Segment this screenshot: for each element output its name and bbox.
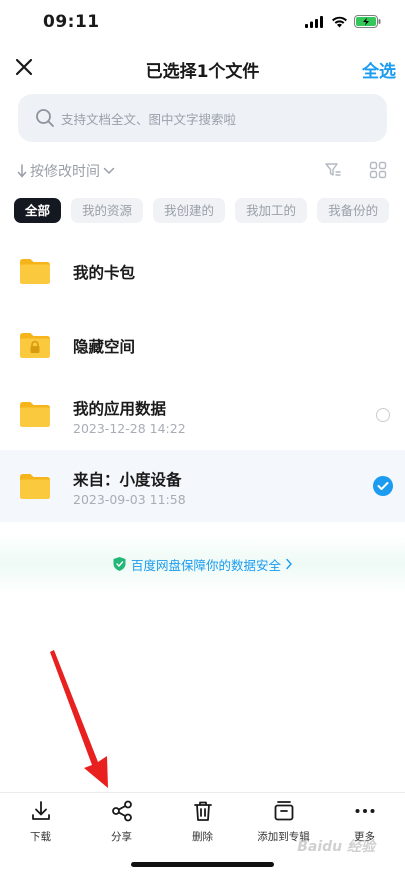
share-icon bbox=[111, 800, 132, 822]
download-button[interactable]: 下载 bbox=[0, 793, 81, 852]
lock-folder-icon bbox=[20, 333, 50, 358]
list-item[interactable]: 我的卡包 bbox=[0, 234, 405, 308]
chip-backed-up[interactable]: 我备份的 bbox=[317, 198, 390, 223]
grid-view-icon[interactable] bbox=[369, 161, 387, 179]
share-label: 分享 bbox=[111, 831, 132, 843]
chip-created[interactable]: 我创建的 bbox=[153, 198, 226, 223]
checkmark-icon bbox=[377, 482, 389, 490]
trash-icon bbox=[193, 801, 212, 821]
file-name: 来自：小度设备 bbox=[73, 471, 182, 489]
download-icon bbox=[31, 801, 50, 820]
file-name: 隐藏空间 bbox=[73, 338, 136, 356]
status-time: 09:11 bbox=[43, 12, 100, 32]
filter-chips: 全部 我的资源 我创建的 我加工的 我备份的 bbox=[14, 198, 390, 223]
list-item-selected[interactable]: 来自：小度设备 2023-09-03 11:58 bbox=[0, 450, 405, 522]
cellular-signal-icon bbox=[305, 15, 323, 28]
sort-down-icon bbox=[17, 164, 27, 178]
chevron-down-icon bbox=[103, 167, 115, 175]
download-label: 下载 bbox=[30, 831, 51, 843]
filter-icon[interactable] bbox=[324, 161, 342, 179]
chip-processed[interactable]: 我加工的 bbox=[235, 198, 308, 223]
folder-icon bbox=[20, 474, 50, 499]
select-checkbox[interactable] bbox=[376, 408, 390, 422]
sort-row: 按修改时间 bbox=[0, 158, 405, 184]
page-title: 已选择1个文件 bbox=[145, 62, 260, 82]
wifi-icon bbox=[332, 16, 347, 27]
folder-icon bbox=[20, 259, 50, 284]
battery-charging-icon bbox=[354, 15, 381, 28]
file-time: 2023-09-03 11:58 bbox=[73, 492, 186, 507]
select-all-button[interactable]: 全选 bbox=[362, 57, 396, 82]
file-name: 我的应用数据 bbox=[73, 400, 167, 418]
status-icons bbox=[305, 15, 381, 28]
album-icon bbox=[274, 801, 293, 821]
annotation-arrow-icon bbox=[50, 650, 108, 788]
share-button[interactable]: 分享 bbox=[81, 793, 162, 852]
folder-icon bbox=[20, 402, 50, 427]
search-input[interactable]: 支持文档全文、图中文字搜索啦 bbox=[18, 94, 387, 142]
chip-all[interactable]: 全部 bbox=[14, 198, 62, 223]
security-banner[interactable]: 百度网盘保障你的数据安全 bbox=[0, 534, 405, 594]
watermark: Baidu 经验 bbox=[297, 839, 375, 855]
file-time: 2023-12-28 14:22 bbox=[73, 421, 186, 436]
select-checkbox-checked[interactable] bbox=[373, 476, 393, 496]
sort-label: 按修改时间 bbox=[30, 164, 100, 180]
delete-label: 删除 bbox=[192, 831, 213, 843]
list-item[interactable]: 我的应用数据 2023-12-28 14:22 bbox=[0, 382, 405, 448]
shield-icon bbox=[113, 557, 126, 571]
chevron-right-icon bbox=[286, 558, 292, 570]
nav-bar: 已选择1个文件 全选 bbox=[0, 46, 405, 90]
home-indicator bbox=[131, 862, 274, 867]
list-item[interactable]: 隐藏空间 bbox=[0, 308, 405, 382]
status-bar: 09:11 bbox=[0, 0, 405, 46]
chip-my-resources[interactable]: 我的资源 bbox=[71, 198, 144, 223]
security-text: 百度网盘保障你的数据安全 bbox=[130, 557, 281, 573]
search-icon bbox=[36, 109, 54, 127]
more-icon bbox=[355, 809, 374, 813]
sort-button[interactable]: 按修改时间 bbox=[17, 161, 115, 181]
search-placeholder: 支持文档全文、图中文字搜索啦 bbox=[61, 111, 237, 127]
file-name: 我的卡包 bbox=[73, 264, 136, 282]
delete-button[interactable]: 删除 bbox=[162, 793, 243, 852]
